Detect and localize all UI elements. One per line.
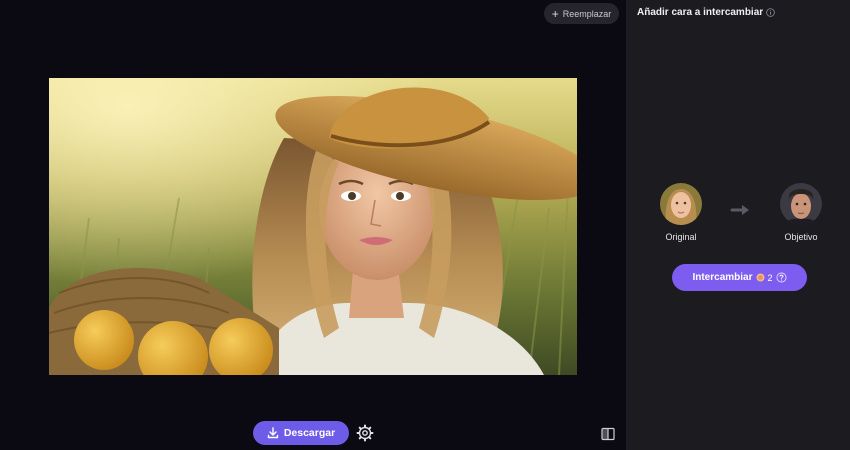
plus-icon: + xyxy=(551,6,559,21)
split-view-icon[interactable] xyxy=(601,427,615,441)
photo-illustration xyxy=(49,78,577,375)
download-label: Descargar xyxy=(283,427,336,439)
target-face-thumbnail[interactable] xyxy=(780,183,822,225)
arrow-right-icon xyxy=(730,205,749,215)
download-icon xyxy=(267,427,279,439)
question-icon[interactable] xyxy=(776,272,787,283)
original-face-thumbnail[interactable] xyxy=(660,183,702,225)
swap-button[interactable]: Intercambiar 2 xyxy=(672,264,807,291)
target-face-image xyxy=(780,183,822,225)
download-button[interactable]: Descargar xyxy=(253,421,349,445)
main-photo xyxy=(49,78,577,375)
credit-count: 2 xyxy=(767,272,773,283)
panel-title: Añadir cara a intercambiar xyxy=(637,7,775,18)
panel-title-text: Añadir cara a intercambiar xyxy=(637,7,764,18)
target-label: Objetivo xyxy=(784,232,818,242)
original-label: Original xyxy=(665,232,697,242)
replace-label: Reemplazar xyxy=(562,8,612,19)
bottom-toolbar: Descargar xyxy=(0,418,626,448)
gear-icon[interactable] xyxy=(356,424,374,442)
workspace: + Reemplazar Descargar xyxy=(0,0,626,450)
info-icon[interactable] xyxy=(766,8,775,17)
face-swap-app: + Reemplazar Descargar Añadir cara a int… xyxy=(0,0,850,450)
swap-label: Intercambiar xyxy=(692,272,753,283)
credit-icon xyxy=(755,273,765,282)
original-face-image xyxy=(660,183,702,225)
replace-button[interactable]: + Reemplazar xyxy=(544,3,619,24)
swap-panel: Añadir cara a intercambiar Original Obje… xyxy=(626,0,850,450)
